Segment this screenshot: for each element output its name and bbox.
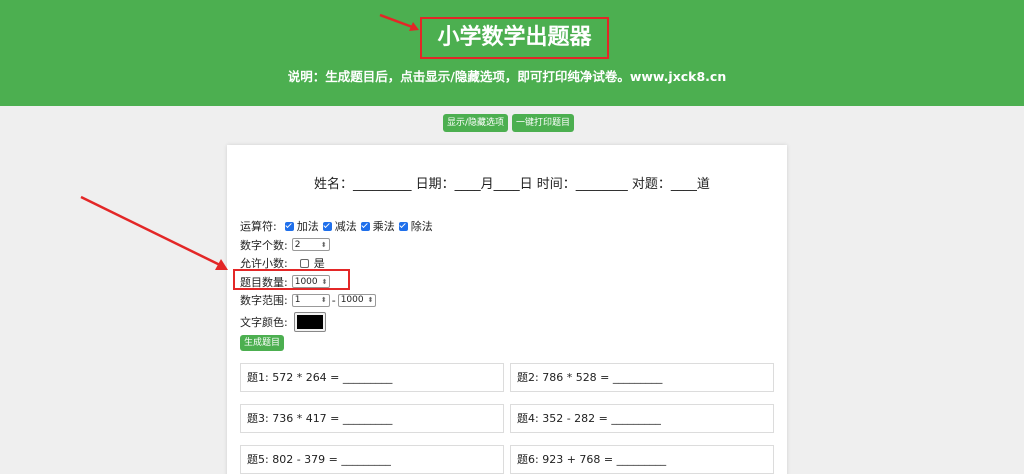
operator-subtract-checkbox[interactable] bbox=[322, 221, 332, 231]
range-separator: - bbox=[331, 293, 336, 307]
page-subtitle: 说明：生成题目后，点击显示/隐藏选项，即可打印纯净试卷。www.jxck8.cn bbox=[287, 69, 727, 84]
allow-decimal-checkbox[interactable] bbox=[299, 258, 309, 268]
number-range-label: 数字范围: bbox=[240, 294, 288, 308]
color-swatch bbox=[296, 314, 323, 329]
student-info-line: 姓名：_________ 日期：____月____日 时间：________ 对… bbox=[314, 177, 710, 192]
operators-row: 运算符: 加法 减法 乘法 除法 bbox=[240, 217, 433, 236]
range-max-value: 1000 bbox=[340, 295, 364, 306]
annotation-arrow-title bbox=[379, 13, 419, 31]
operators-label: 运算符: bbox=[240, 220, 277, 234]
toggle-options-button[interactable]: 显示/隐藏选项 bbox=[443, 114, 509, 132]
question-item: 题1: 572 * 264 = _________ bbox=[240, 363, 504, 392]
question-item: 题5: 802 - 379 = _________ bbox=[240, 445, 504, 474]
operator-add-checkbox[interactable] bbox=[284, 221, 294, 231]
spinner-icon[interactable]: ⬍ bbox=[321, 296, 327, 304]
page-title: 小学数学出题器 bbox=[420, 17, 609, 59]
digit-count-input[interactable]: 2 ⬍ bbox=[291, 238, 330, 252]
question-item: 题2: 786 * 528 = _________ bbox=[510, 363, 774, 392]
digit-count-value: 2 bbox=[294, 239, 301, 250]
number-range-row: 数字范围: 1 ⬍ - 1000 ⬍ bbox=[240, 291, 433, 310]
text-color-label: 文字颜色: bbox=[240, 315, 288, 329]
operator-subtract-label: 减法 bbox=[334, 220, 357, 234]
worksheet-card: 姓名：_________ 日期：____月____日 时间：________ 对… bbox=[227, 145, 787, 474]
range-min-value: 1 bbox=[294, 295, 301, 306]
operator-divide-label: 除法 bbox=[410, 220, 433, 234]
annotation-highlight-question-count bbox=[233, 269, 350, 290]
range-max-input[interactable]: 1000 ⬍ bbox=[337, 293, 376, 307]
text-color-row: 文字颜色: bbox=[240, 310, 433, 334]
operator-multiply-label: 乘法 bbox=[372, 220, 395, 234]
annotation-arrow-settings bbox=[80, 195, 228, 270]
digit-count-row: 数字个数: 2 ⬍ bbox=[240, 236, 433, 255]
top-actions: 显示/隐藏选项 一键打印题目 bbox=[443, 114, 575, 132]
spinner-icon[interactable]: ⬍ bbox=[368, 296, 374, 304]
generate-button[interactable]: 生成题目 bbox=[240, 334, 285, 351]
print-button[interactable]: 一键打印题目 bbox=[512, 114, 575, 132]
operator-multiply-checkbox[interactable] bbox=[360, 221, 370, 231]
question-item: 题6: 923 + 768 = _________ bbox=[510, 445, 774, 474]
question-item: 题4: 352 - 282 = _________ bbox=[510, 404, 774, 433]
spinner-icon[interactable]: ⬍ bbox=[321, 241, 327, 249]
header-banner: 小学数学出题器 说明：生成题目后，点击显示/隐藏选项，即可打印纯净试卷。www.… bbox=[0, 0, 1024, 106]
question-item: 题3: 736 * 417 = _________ bbox=[240, 404, 504, 433]
range-min-input[interactable]: 1 ⬍ bbox=[291, 293, 330, 307]
operator-add-label: 加法 bbox=[296, 220, 319, 234]
text-color-picker[interactable] bbox=[293, 311, 326, 332]
operator-divide-checkbox[interactable] bbox=[398, 221, 408, 231]
digit-count-label: 数字个数: bbox=[240, 238, 288, 252]
generate-row: 生成题目 bbox=[240, 334, 433, 352]
